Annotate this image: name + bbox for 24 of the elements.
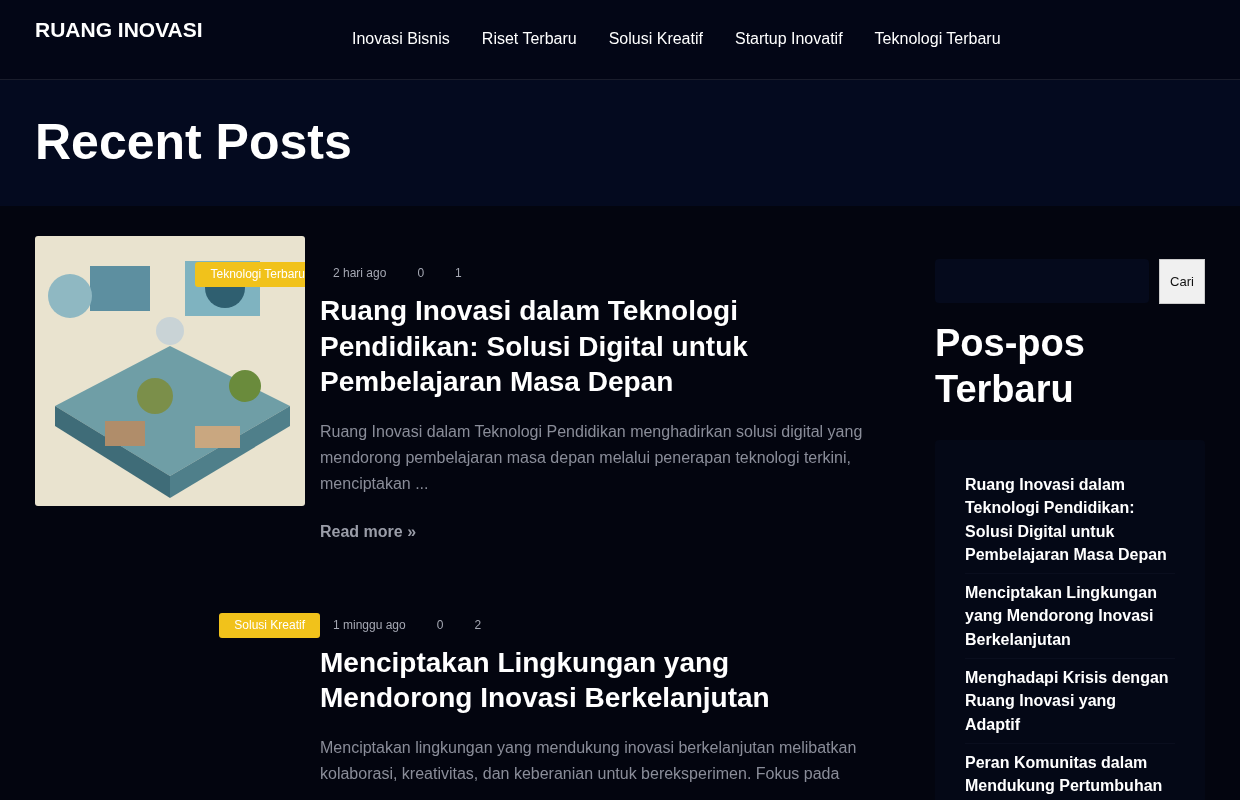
recent-post-link[interactable]: Menghadapi Krisis dengan Ruang Inovasi yang Adaptif [965, 666, 1175, 744]
nav-link[interactable]: Riset Terbaru [465, 29, 593, 49]
search-button[interactable]: Cari [1159, 259, 1205, 304]
nav-link[interactable]: Inovasi Bisnis [336, 29, 466, 49]
site-logo[interactable]: RUANG INOVASI [35, 18, 336, 42]
post-title[interactable]: Menciptakan Lingkungan yang Mendorong Inovasi Berkelanjutan [320, 644, 870, 716]
nav-link[interactable]: Startup Inovatif [718, 29, 859, 49]
post-excerpt: Menciptakan lingkungan yang mendukung inovasi berkelanjutan melibatkan kolaborasi, kreativitas, dan keberanian untuk bereksperimen. Fokus pada [320, 737, 858, 784]
page-title: Recent Posts [35, 113, 353, 171]
post-date: 1 minggu ago [333, 616, 406, 633]
view-count: 2 [474, 616, 482, 633]
nav-link[interactable]: Teknologi Terbaru [858, 29, 1017, 49]
post-date: 2 hari ago [333, 265, 387, 281]
view-count: 1 [455, 265, 462, 281]
comment-count: 0 [436, 616, 444, 633]
comment-count: 0 [417, 265, 425, 281]
nav-link[interactable]: Solusi Kreatif [592, 29, 719, 49]
widget-title: Pos-pos Terbaru [935, 321, 1086, 412]
post-excerpt: Ruang Inovasi dalam Teknologi Pendidikan menghadirkan solusi digital yang mendorong pembelajaran masa depan melalui penerapan teknologi terkini, menciptakan ... [320, 421, 864, 494]
read-more-link[interactable]: Read more » [320, 522, 417, 541]
recent-post-link[interactable]: Ruang Inovasi dalam Teknologi Pendidikan: Solusi Digital untuk Pembelajaran Masa Depan [965, 473, 1175, 575]
recent-post-link[interactable]: Menciptakan Lingkungan yang Mendorong Inovasi Berkelanjutan [965, 581, 1175, 660]
post-title[interactable]: Ruang Inovasi dalam Teknologi Pendidikan: Solusi Digital untuk Pembelajaran Masa Depan [320, 293, 870, 400]
recent-post-link[interactable]: Peran Komunitas dalam Mendukung Pertumbuhan [965, 750, 1175, 800]
